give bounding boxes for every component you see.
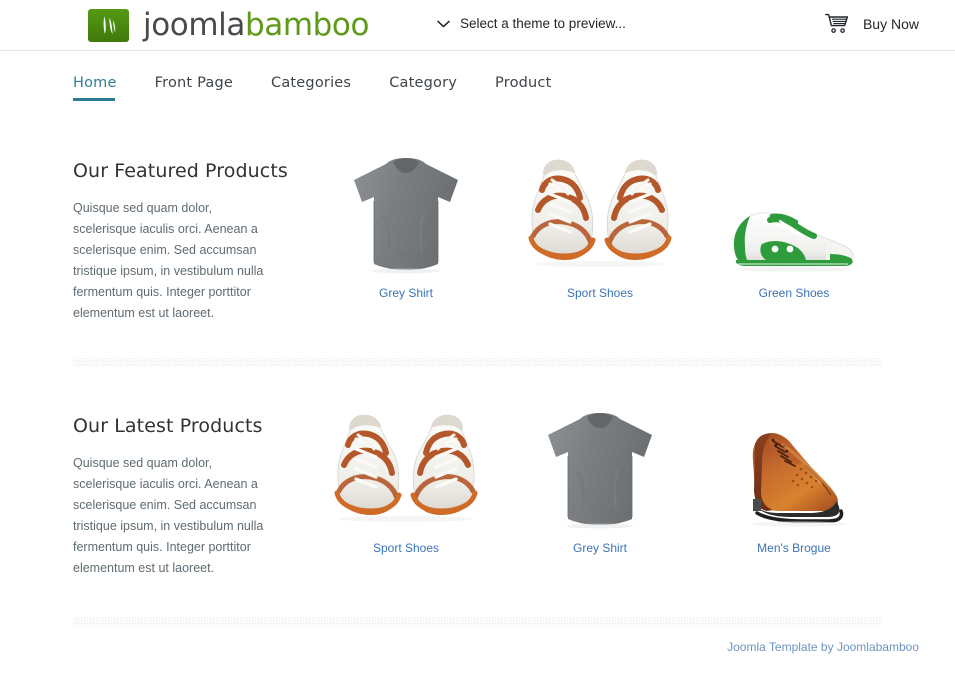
product-card[interactable]: Sport Shoes <box>309 401 503 579</box>
product-label[interactable]: Men's Brogue <box>757 541 831 555</box>
latest-intro: Our Latest Products Quisque sed quam dol… <box>73 401 305 579</box>
latest-product-list: Sport Shoes Grey Shirt Men's Brogue <box>305 401 919 579</box>
site-footer: Joomla Template by Joomlabamboo <box>727 638 919 656</box>
product-card[interactable]: Men's Brogue <box>697 401 891 579</box>
buy-now-label: Buy Now <box>862 16 919 32</box>
section-divider <box>73 358 882 367</box>
section-featured-products: Our Featured Products Quisque sed quam d… <box>36 106 919 324</box>
latest-section-body: Quisque sed quam dolor, scelerisque iacu… <box>73 456 264 575</box>
nav-item-home[interactable]: Home <box>73 75 117 101</box>
site-logo[interactable]: joomlabamboo <box>88 6 370 43</box>
theme-selector-label: Select a theme to preview... <box>460 16 626 31</box>
section-divider-wrap <box>36 358 919 367</box>
featured-intro: Our Featured Products Quisque sed quam d… <box>73 146 305 324</box>
page-root: joomlabamboo Select a theme to preview..… <box>0 0 955 688</box>
footer-divider <box>73 617 882 626</box>
logo-text-bamboo: bamboo <box>244 6 370 43</box>
product-card[interactable]: Grey Shirt <box>309 146 503 324</box>
main-content: Our Featured Products Quisque sed quam d… <box>0 106 955 626</box>
bamboo-leaf-icon <box>88 8 129 42</box>
footer-credit-link[interactable]: Joomla Template by Joomlabamboo <box>727 640 919 654</box>
nav-item-categories[interactable]: Categories <box>271 75 351 101</box>
white-orange-sneakers-front-image <box>503 146 697 274</box>
white-orange-sneakers-front-image <box>309 401 503 529</box>
main-navigation: Home Front Page Categories Category Prod… <box>0 51 955 106</box>
section-latest-products: Our Latest Products Quisque sed quam dol… <box>36 367 919 579</box>
theme-preview-selector[interactable]: Select a theme to preview... <box>437 16 626 31</box>
featured-section-body: Quisque sed quam dolor, scelerisque iacu… <box>73 201 264 320</box>
featured-product-list: Grey Shirt Sport Shoes Green Shoes <box>305 146 919 324</box>
latest-section-title: Our Latest Products <box>73 415 263 437</box>
site-header: joomlabamboo Select a theme to preview..… <box>0 0 955 51</box>
product-label[interactable]: Green Shoes <box>759 286 830 300</box>
nav-item-product[interactable]: Product <box>495 75 551 101</box>
product-label[interactable]: Grey Shirt <box>379 286 433 300</box>
product-label[interactable]: Sport Shoes <box>373 541 439 555</box>
nav-item-front-page[interactable]: Front Page <box>155 75 233 101</box>
product-label[interactable]: Grey Shirt <box>573 541 627 555</box>
chevron-down-icon <box>437 20 450 28</box>
featured-section-title: Our Featured Products <box>73 160 288 182</box>
logo-wordmark: joomlabamboo <box>143 6 370 43</box>
product-card[interactable]: Sport Shoes <box>503 146 697 324</box>
shopping-cart-icon <box>825 13 849 35</box>
product-card: Green Shoes <box>697 146 891 324</box>
grey-tshirt-image <box>503 401 697 529</box>
buy-now-button[interactable]: Buy Now <box>825 13 919 35</box>
footer-divider-wrap <box>36 617 919 626</box>
product-label[interactable]: Sport Shoes <box>567 286 633 300</box>
brown-leather-brogue-image <box>697 409 891 529</box>
logo-text-joomla: joomla <box>143 6 245 43</box>
green-white-sneaker-side-image <box>697 164 891 274</box>
product-card[interactable]: Grey Shirt <box>503 401 697 579</box>
nav-item-category[interactable]: Category <box>389 75 457 101</box>
grey-tshirt-image <box>309 146 503 274</box>
